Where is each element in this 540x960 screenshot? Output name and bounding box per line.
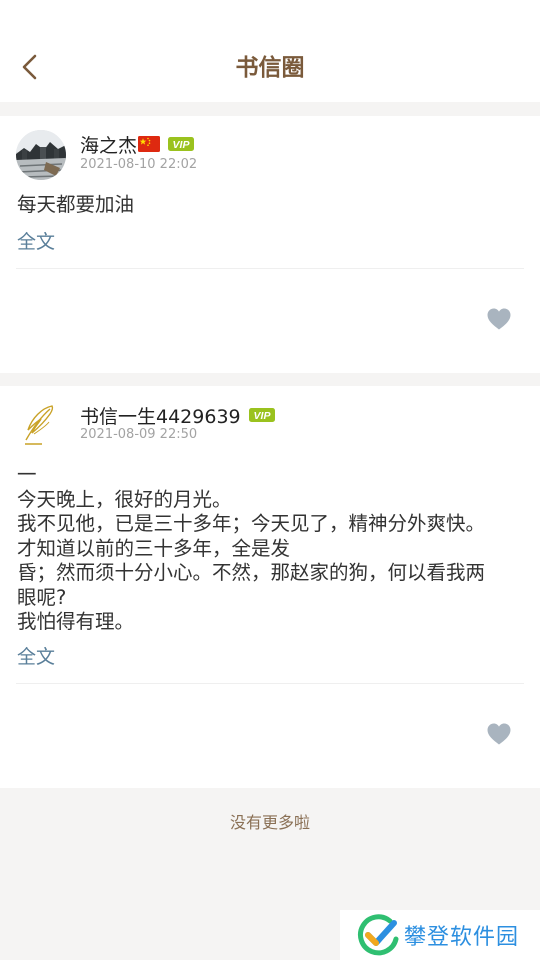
author-name[interactable]: 海之杰: [80, 131, 137, 158]
heart-icon[interactable]: [486, 722, 512, 746]
vip-badge-icon: VIP: [248, 408, 275, 422]
vip-badge-icon: VIP: [168, 137, 195, 151]
watermark: 攀登软件园: [340, 910, 540, 960]
post-content: 一 今天晚上，很好的月光。 我不见他，已是三十多年；今天见了，精神分外爽快。 才…: [17, 463, 486, 633]
divider: [16, 683, 524, 684]
author-name[interactable]: 书信一生4429639: [80, 402, 241, 429]
post-card: 书信一生4429639 VIP 2021-08-09 22:50 一 今天晚上，…: [0, 386, 540, 788]
full-text-link[interactable]: 全文: [17, 644, 55, 670]
page-title: 书信圈: [235, 55, 305, 81]
svg-text:VIP: VIP: [253, 410, 271, 422]
author-row: 书信一生4429639 VIP: [80, 402, 275, 429]
post-time: 2021-08-09 22:50: [80, 427, 198, 442]
top-bar: 书信圈: [0, 0, 540, 102]
full-text-link[interactable]: 全文: [17, 229, 55, 255]
heart-icon[interactable]: [486, 307, 512, 331]
author-row: 海之杰 VIP: [80, 131, 195, 158]
post-time: 2021-08-10 22:02: [80, 157, 198, 172]
no-more-text: 没有更多啦: [229, 813, 310, 832]
avatar[interactable]: [16, 400, 66, 450]
china-flag-icon: [138, 136, 161, 152]
post-content: 每天都要加油: [17, 193, 135, 216]
watermark-text: 攀登软件园: [404, 925, 520, 950]
svg-text:VIP: VIP: [173, 139, 191, 151]
post-card: 海之杰 VIP 2021-08-10 22:02 每天都要加油 全文: [0, 116, 540, 373]
divider: [16, 268, 524, 269]
avatar[interactable]: [16, 130, 66, 180]
checkmark-logo-icon: [358, 914, 399, 956]
